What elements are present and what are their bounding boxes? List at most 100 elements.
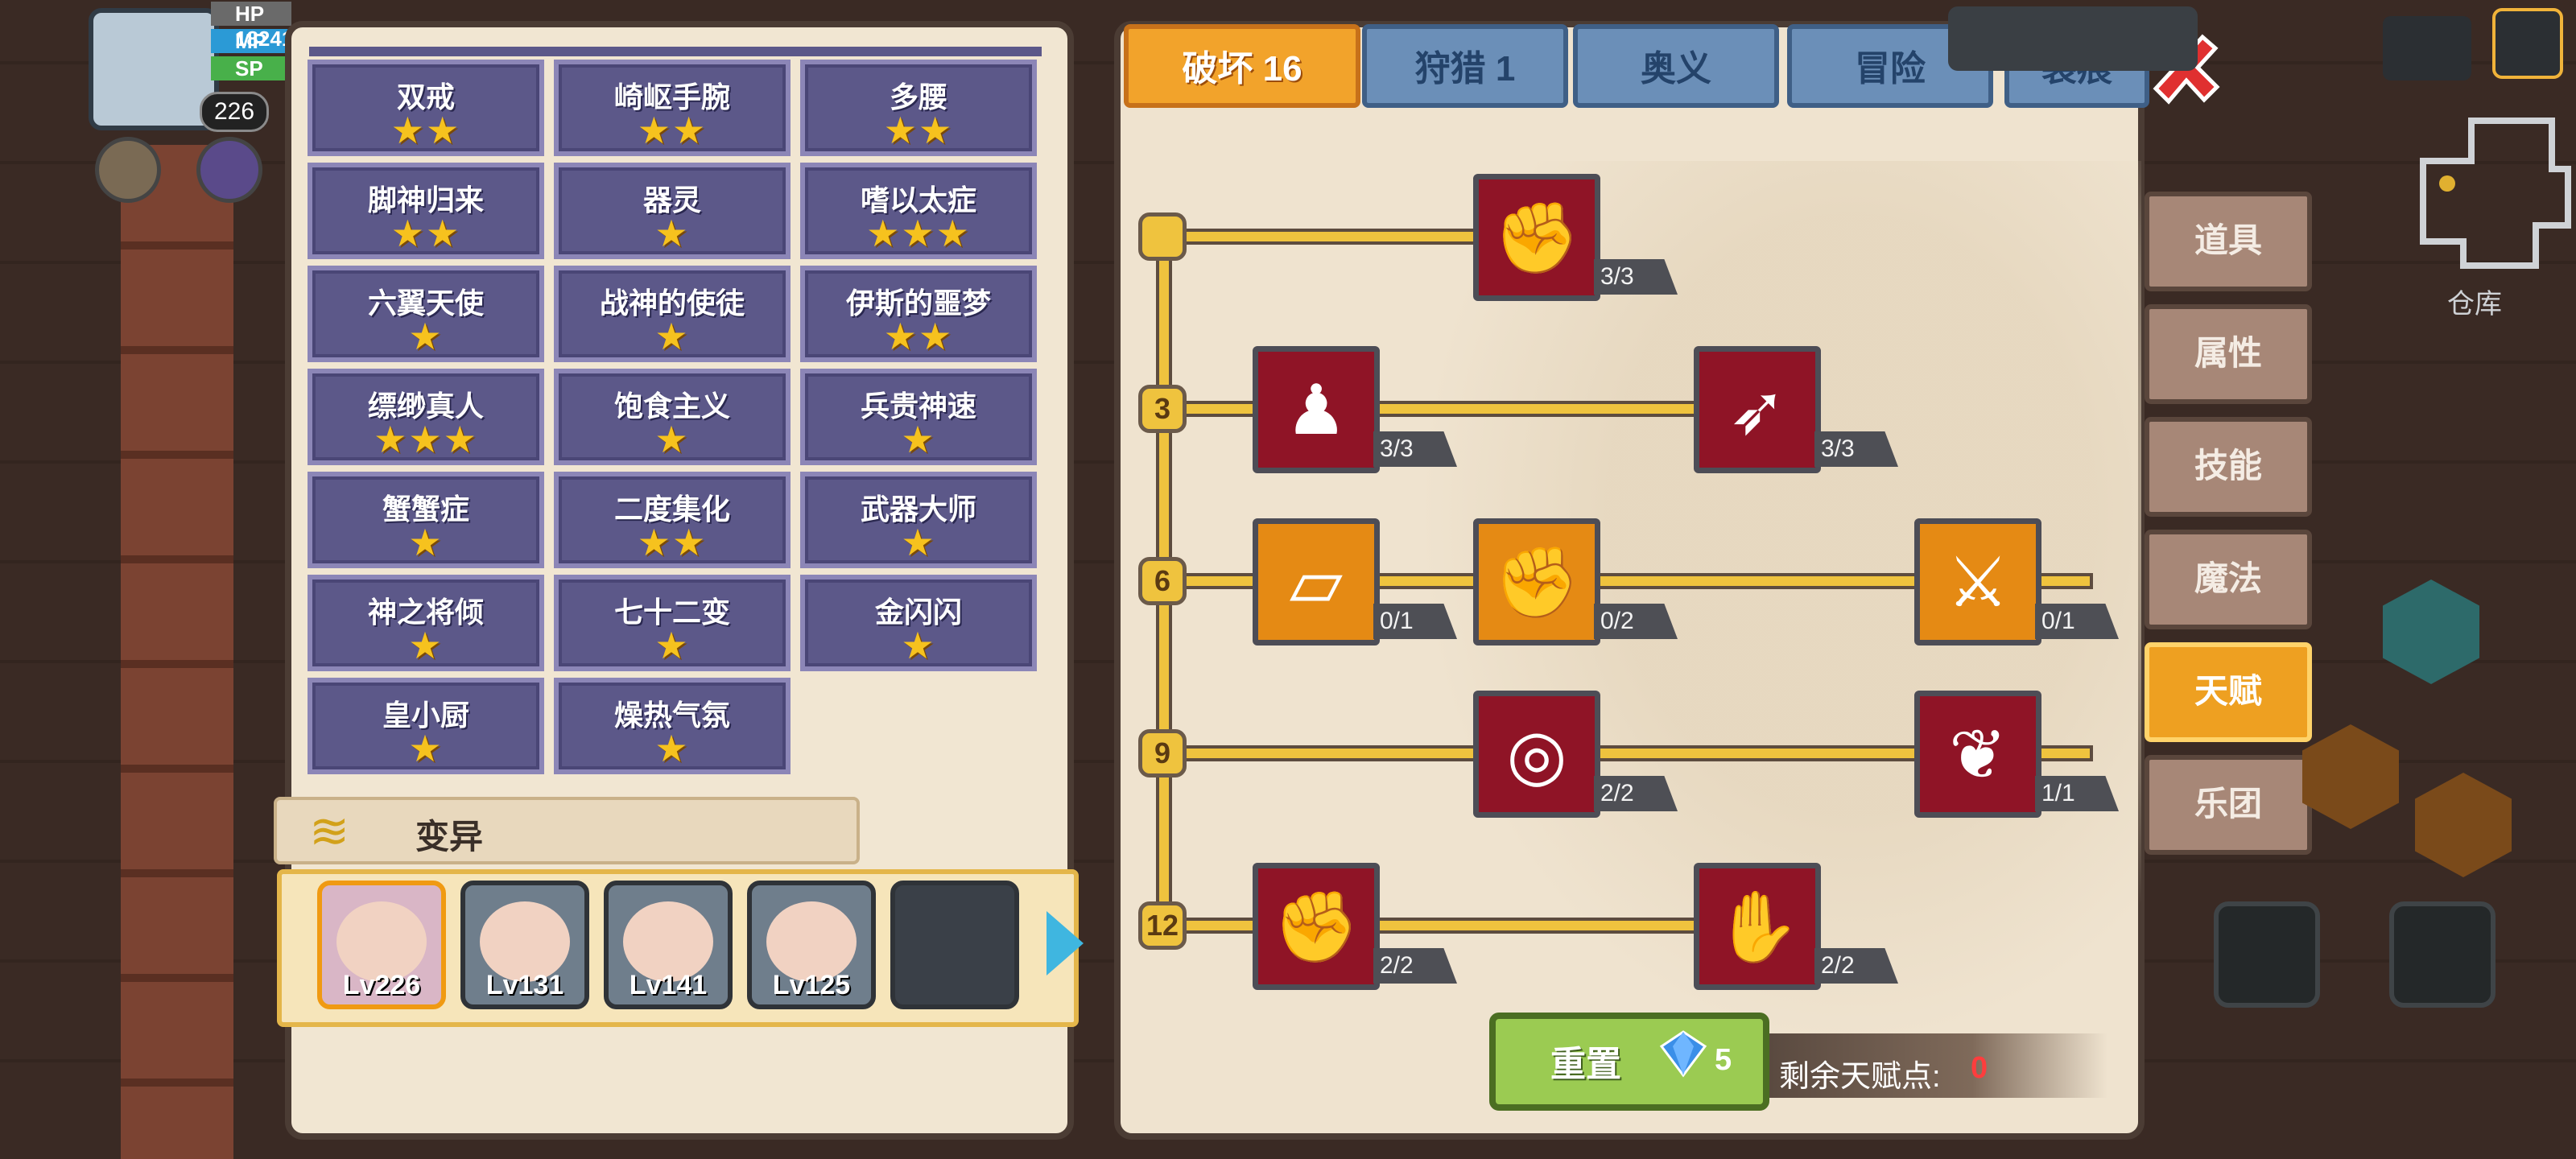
tier-marker: 3	[1138, 385, 1187, 433]
side-menu-item[interactable]: 技能	[2145, 417, 2312, 517]
talent-count: 3/3	[1373, 431, 1457, 467]
trait-cell[interactable]: 脚神归来 ★★	[308, 163, 544, 259]
trait-stars: ★★	[883, 109, 954, 151]
talent-count: 2/2	[1373, 948, 1457, 984]
mutation-section-header	[274, 797, 860, 864]
talent-count: 2/2	[1814, 948, 1898, 984]
side-menu-item[interactable]: 乐团	[2145, 755, 2312, 855]
trait-cell[interactable]: 六翼天使 ★	[308, 266, 544, 362]
tier-marker: 9	[1138, 729, 1187, 777]
trait-stars: ★	[408, 625, 444, 666]
music-icon[interactable]	[196, 137, 262, 203]
hp-bar: HP 182418	[211, 2, 305, 51]
trait-cell[interactable]: 蟹蟹症 ★	[308, 472, 544, 568]
party-next-arrow-icon[interactable]	[1046, 911, 1084, 975]
sword-icon[interactable]	[2214, 901, 2320, 1008]
punch-talent-icon[interactable]: ✊	[1473, 518, 1600, 645]
trait-stars: ★★	[637, 109, 708, 151]
fist-talent-icon[interactable]: ✊	[1253, 863, 1380, 990]
talent-count: 2/2	[1594, 776, 1678, 811]
fist-burst-talent-icon[interactable]: ✋	[1694, 863, 1821, 990]
arrow-talent-icon[interactable]: ➶	[1694, 346, 1821, 473]
tab-2[interactable]: 狩猎 1	[1362, 24, 1568, 108]
tab-3[interactable]: 奥义	[1573, 24, 1779, 108]
hp-label: HP	[235, 2, 264, 26]
trait-stars: ★	[654, 728, 690, 769]
trait-cell[interactable]: 缥缈真人 ★★★	[308, 369, 544, 465]
torso-icon: ♟	[1285, 372, 1348, 449]
bat-wing-talent-icon[interactable]: ❦	[1914, 691, 2041, 818]
reset-label: 重置	[1550, 1045, 1621, 1084]
talent-count: 0/1	[1373, 604, 1457, 639]
tree-line	[1164, 232, 1494, 241]
trait-cell[interactable]: 嗜以太症 ★★★	[800, 163, 1037, 259]
trait-stars: ★★	[390, 109, 461, 151]
side-menu-item[interactable]: 属性	[2145, 304, 2312, 404]
side-menu-item[interactable]: 魔法	[2145, 530, 2312, 629]
skill-icon[interactable]	[95, 137, 161, 203]
card-icon: ▱	[1289, 544, 1344, 621]
tab-1[interactable]: 破坏 16	[1124, 24, 1360, 108]
minimap[interactable]	[2415, 113, 2576, 290]
trait-cell[interactable]: 燥热气氛 ★	[554, 678, 791, 774]
trait-cell[interactable]: 崎岖手腕 ★★	[554, 60, 791, 156]
remaining-points-label: 剩余天赋点:	[1779, 1060, 1941, 1094]
member-level: Lv131	[485, 970, 564, 1000]
trait-cell[interactable]: 多腰 ★★	[800, 60, 1037, 156]
trait-stars: ★	[408, 728, 444, 769]
fist-icon: ✊	[1273, 889, 1360, 966]
torso-talent-icon[interactable]: ♟	[1253, 346, 1380, 473]
party-member[interactable]: Lv226	[317, 881, 446, 1009]
trait-stars: ★★	[637, 522, 708, 563]
trait-stars: ★★	[883, 316, 954, 357]
trait-cell[interactable]: 武器大师 ★	[800, 472, 1037, 568]
trait-cell[interactable]: 器灵 ★	[554, 163, 791, 259]
party-member[interactable]: Lv131	[460, 881, 589, 1009]
handshake-talent-icon[interactable]: ✊	[1473, 174, 1600, 301]
trait-stars: ★★	[390, 212, 461, 254]
player-level-badge: 226	[200, 92, 269, 132]
sp-bar: SP	[211, 56, 291, 80]
talent-count: 0/2	[1594, 604, 1678, 639]
bat-wing-icon: ❦	[1948, 716, 2008, 794]
trait-cell[interactable]: 七十二变 ★	[554, 575, 791, 671]
party-member[interactable]: Lv125	[747, 881, 876, 1009]
trait-cell[interactable]: 金闪闪 ★	[800, 575, 1037, 671]
trait-stars: ★	[654, 419, 690, 460]
sp-label: SP	[235, 56, 263, 80]
arrow-icon: ➶	[1728, 372, 1787, 449]
remaining-points-value: 0	[1971, 1051, 1988, 1085]
ripple-talent-icon[interactable]: ◎	[1473, 691, 1600, 818]
side-menu-item[interactable]: 天赋	[2145, 642, 2312, 742]
ripple-icon: ◎	[1506, 716, 1567, 794]
sword-slash-talent-icon[interactable]: ⚔	[1914, 518, 2041, 645]
mutation-title: 变异	[415, 818, 484, 856]
tier-marker: 6	[1138, 557, 1187, 605]
talent-count: 0/1	[2035, 604, 2119, 639]
trait-stars: ★	[654, 316, 690, 357]
trait-grid-top-edge	[309, 47, 1042, 56]
side-menu-item[interactable]: 道具	[2145, 192, 2312, 291]
trait-cell[interactable]: 饱食主义 ★	[554, 369, 791, 465]
expand-icon[interactable]	[2492, 8, 2563, 79]
card-talent-icon[interactable]: ▱	[1253, 518, 1380, 645]
trait-stars: ★★★	[866, 212, 971, 254]
fist-burst-icon: ✋	[1714, 889, 1801, 966]
trait-cell[interactable]: 神之将倾 ★	[308, 575, 544, 671]
party-slot-empty[interactable]	[890, 881, 1019, 1009]
trait-cell[interactable]: 伊斯的噩梦 ★★	[800, 266, 1037, 362]
party-member[interactable]: Lv141	[604, 881, 733, 1009]
trait-cell[interactable]: 兵贵神速 ★	[800, 369, 1037, 465]
mp-label: MP	[235, 29, 266, 53]
trait-cell[interactable]: 双戒 ★★	[308, 60, 544, 156]
trait-cell[interactable]: 二度集化 ★★	[554, 472, 791, 568]
sword-slash-icon: ⚔	[1946, 544, 2009, 621]
trait-cell[interactable]: 战神的使徒 ★	[554, 266, 791, 362]
trait-cell[interactable]: 皇小厨 ★	[308, 678, 544, 774]
tier-marker: 12	[1138, 901, 1187, 950]
trait-stars: ★	[654, 625, 690, 666]
dna-icon: ≋	[309, 804, 350, 858]
network-icon[interactable]	[2383, 16, 2471, 80]
trait-stars: ★	[408, 316, 444, 357]
bow-icon[interactable]	[2389, 901, 2496, 1008]
